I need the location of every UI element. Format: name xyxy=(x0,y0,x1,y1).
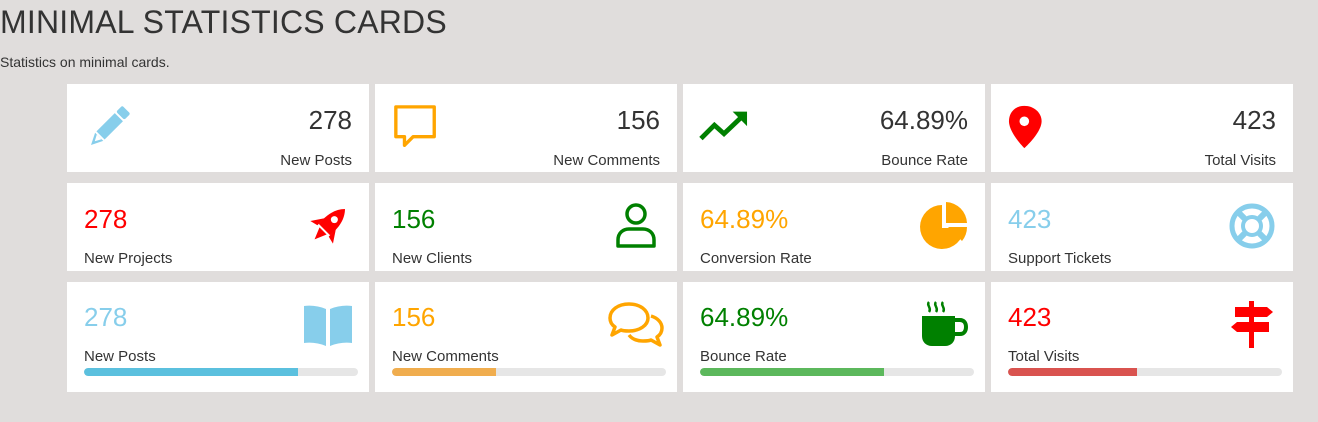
user-icon xyxy=(611,201,661,251)
stat-card-progress-new-comments: 156 New Comments xyxy=(375,282,677,392)
pencil-icon xyxy=(83,104,133,152)
coffee-cup-icon xyxy=(919,300,969,350)
stat-label: Bounce Rate xyxy=(881,152,968,169)
progress-fill xyxy=(700,368,884,376)
stat-label: New Clients xyxy=(392,250,473,267)
stat-value: 278 xyxy=(84,302,128,332)
stat-card-support-tickets: 423 Support Tickets xyxy=(991,183,1293,271)
stat-card-new-posts: 278 New Posts xyxy=(67,84,369,172)
stat-card-conversion-rate: 64.89% Conversion Rate xyxy=(683,183,985,271)
stat-label: Total Visits xyxy=(1008,348,1080,365)
stat-card-new-comments: 156 New Comments xyxy=(375,84,677,172)
trending-up-icon xyxy=(699,104,749,152)
progress-fill xyxy=(392,368,497,376)
stats-grid: 278 New Posts 156 New Comments 64.89% Bo… xyxy=(67,84,1293,392)
rocket-icon xyxy=(303,201,353,251)
stat-card-progress-bounce-rate: 64.89% Bounce Rate xyxy=(683,282,985,392)
progress-bar xyxy=(392,368,666,376)
page-title: MINIMAL STATISTICS CARDS xyxy=(0,4,447,40)
stat-label: Total Visits xyxy=(1204,152,1276,169)
stat-value: 156 xyxy=(392,302,436,332)
stat-value: 156 xyxy=(616,105,660,135)
progress-bar xyxy=(1008,368,1282,376)
stat-label: New Posts xyxy=(280,152,352,169)
stat-value: 64.89% xyxy=(700,302,789,332)
progress-fill xyxy=(1008,368,1137,376)
stat-label: Bounce Rate xyxy=(700,348,787,365)
page-subtitle: Statistics on minimal cards. xyxy=(0,54,170,70)
progress-bar xyxy=(700,368,974,376)
stat-value: 64.89% xyxy=(700,204,789,234)
map-pin-icon xyxy=(1007,104,1057,152)
stat-label: Support Tickets xyxy=(1008,250,1112,267)
stat-card-total-visits: 423 Total Visits xyxy=(991,84,1293,172)
speech-bubble-icon xyxy=(391,104,441,152)
stat-value: 278 xyxy=(308,105,352,135)
stat-value: 156 xyxy=(392,204,436,234)
stat-label: New Posts xyxy=(84,348,156,365)
life-ring-icon xyxy=(1227,201,1277,251)
stat-label: New Comments xyxy=(553,152,660,169)
stat-value: 278 xyxy=(84,204,128,234)
signpost-icon xyxy=(1227,300,1277,350)
stat-label: New Comments xyxy=(392,348,499,365)
progress-bar xyxy=(84,368,358,376)
pie-chart-icon xyxy=(919,201,969,251)
stat-value: 423 xyxy=(1232,105,1276,135)
stat-label: Conversion Rate xyxy=(700,250,812,267)
stat-card-progress-new-posts: 278 New Posts xyxy=(67,282,369,392)
comments-icon xyxy=(607,300,665,350)
stat-card-progress-total-visits: 423 Total Visits xyxy=(991,282,1293,392)
stat-label: New Projects xyxy=(84,250,173,267)
stat-value: 423 xyxy=(1008,302,1052,332)
stat-value: 423 xyxy=(1008,204,1052,234)
stat-card-new-clients: 156 New Clients xyxy=(375,183,677,271)
book-icon xyxy=(303,300,353,350)
progress-fill xyxy=(84,368,298,376)
stat-card-bounce-rate: 64.89% Bounce Rate xyxy=(683,84,985,172)
stat-card-new-projects: 278 New Projects xyxy=(67,183,369,271)
stat-value: 64.89% xyxy=(879,105,968,135)
